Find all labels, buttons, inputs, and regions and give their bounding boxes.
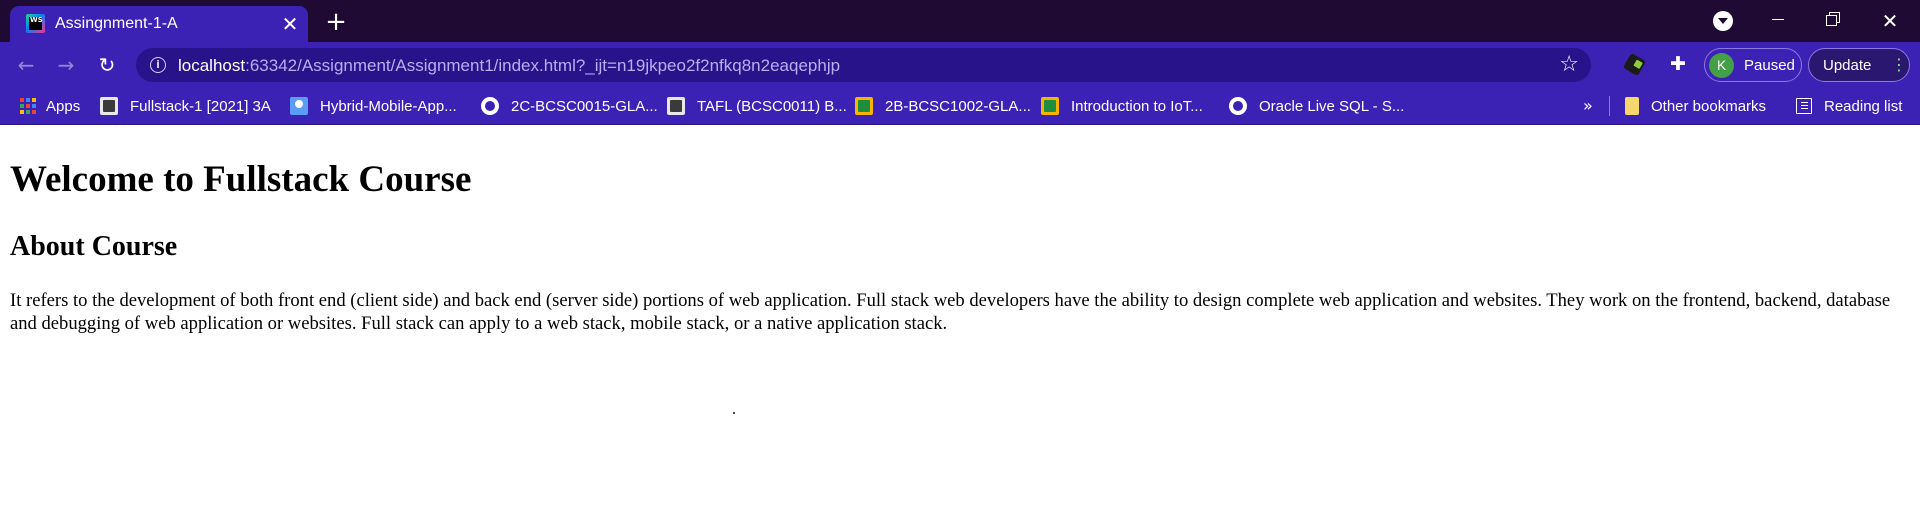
reading-list[interactable]: Reading list xyxy=(1796,96,1902,116)
globe-icon xyxy=(481,97,499,115)
tab-active[interactable]: WS Assingnment-1-A ✕ xyxy=(10,6,308,42)
page-subheading: About Course xyxy=(10,231,178,262)
page-content: Welcome to Fullstack Course About Course… xyxy=(0,126,1920,512)
close-window-button[interactable]: ✕ xyxy=(1868,6,1912,36)
chevron-down-icon xyxy=(1713,11,1733,31)
other-bookmarks[interactable]: Other bookmarks xyxy=(1625,96,1766,116)
bookmark-label: 2C-BCSC0015-GLA... xyxy=(511,97,658,115)
reading-list-icon xyxy=(1796,98,1812,114)
tab-strip: WS Assingnment-1-A ✕ + ✕ xyxy=(0,0,1920,42)
globe-icon xyxy=(1229,97,1247,115)
folder-icon xyxy=(1625,97,1639,115)
bookmark-fullstack[interactable]: Fullstack-1 [2021] 3A xyxy=(100,96,271,116)
classroom-icon xyxy=(667,97,685,115)
bookmark-label: Introduction to IoT... xyxy=(1071,97,1203,115)
reading-list-label: Reading list xyxy=(1824,97,1903,115)
site-info-icon[interactable]: i xyxy=(150,57,166,73)
profile-button[interactable]: K Paused xyxy=(1704,48,1802,82)
classroom-yellow-icon xyxy=(855,97,873,115)
bookmark-hybrid-mobile[interactable]: Hybrid-Mobile-App... xyxy=(290,96,457,116)
bookmark-label: Fullstack-1 [2021] 3A xyxy=(130,97,271,115)
bookmark-oracle-live-sql[interactable]: Oracle Live SQL - S... xyxy=(1229,96,1404,116)
webstorm-icon: WS xyxy=(26,14,45,33)
bookmark-apps[interactable]: Apps xyxy=(20,96,80,116)
bookmark-label: Apps xyxy=(46,97,81,115)
profile-status: Paused xyxy=(1744,57,1795,74)
forward-button[interactable]: → xyxy=(52,51,80,79)
restore-button[interactable] xyxy=(1812,6,1856,36)
bookmark-tafl[interactable]: TAFL (BCSC0011) B... xyxy=(667,96,847,116)
reload-button[interactable]: ↻ xyxy=(93,51,121,79)
bookmark-2b-bcsc1002[interactable]: 2B-BCSC1002-GLA... xyxy=(855,96,1031,116)
back-button[interactable]: ← xyxy=(12,51,40,79)
update-button[interactable]: Update ⋮ xyxy=(1808,48,1910,82)
browser-toolbar: ← → ↻ i localhost:63342/Assignment/Assig… xyxy=(0,42,1920,88)
tab-search-button[interactable] xyxy=(1700,6,1744,36)
bookmarks-bar: Apps Fullstack-1 [2021] 3A Hybrid-Mobile… xyxy=(0,88,1920,125)
other-bookmarks-label: Other bookmarks xyxy=(1651,97,1767,115)
new-tab-button[interactable]: + xyxy=(322,8,350,36)
classroom-icon xyxy=(100,97,118,115)
bookmarks-divider xyxy=(1609,96,1610,116)
close-tab-icon[interactable]: ✕ xyxy=(280,14,300,34)
extension-cube-icon[interactable] xyxy=(1622,52,1647,77)
kebab-menu-icon: ⋮ xyxy=(1891,55,1907,74)
address-bar[interactable]: i localhost:63342/Assignment/Assignment1… xyxy=(136,48,1591,82)
apps-grid-icon xyxy=(20,98,36,114)
bookmark-2c-bcsc0015[interactable]: 2C-BCSC0015-GLA... xyxy=(481,96,658,116)
url-path: :63342/Assignment/Assignment1/index.html… xyxy=(245,56,841,75)
bookmark-label: 2B-BCSC1002-GLA... xyxy=(885,97,1031,115)
stray-dot xyxy=(733,412,735,414)
page-heading: Welcome to Fullstack Course xyxy=(10,159,472,200)
course-description: It refers to the development of both fro… xyxy=(10,290,1891,334)
bookmark-label: Oracle Live SQL - S... xyxy=(1259,97,1405,115)
classroom-yellow-icon xyxy=(1041,97,1059,115)
bookmarks-overflow-icon[interactable]: » xyxy=(1583,96,1593,115)
extensions-puzzle-icon[interactable]: ✚ xyxy=(1665,51,1691,77)
bookmark-label: Hybrid-Mobile-App... xyxy=(320,97,457,115)
minimize-button[interactable] xyxy=(1756,6,1800,36)
url-host: localhost xyxy=(178,56,246,75)
bookmark-star-icon[interactable]: ☆ xyxy=(1559,52,1579,77)
bookmark-iot[interactable]: Introduction to IoT... xyxy=(1041,96,1203,116)
tab-title: Assingnment-1-A xyxy=(55,15,178,32)
classroom-blue-icon xyxy=(290,97,308,115)
avatar: K xyxy=(1709,53,1734,78)
update-label: Update xyxy=(1823,57,1872,74)
url-text[interactable]: localhost:63342/Assignment/Assignment1/i… xyxy=(178,56,840,76)
bookmark-label: TAFL (BCSC0011) B... xyxy=(697,97,847,115)
